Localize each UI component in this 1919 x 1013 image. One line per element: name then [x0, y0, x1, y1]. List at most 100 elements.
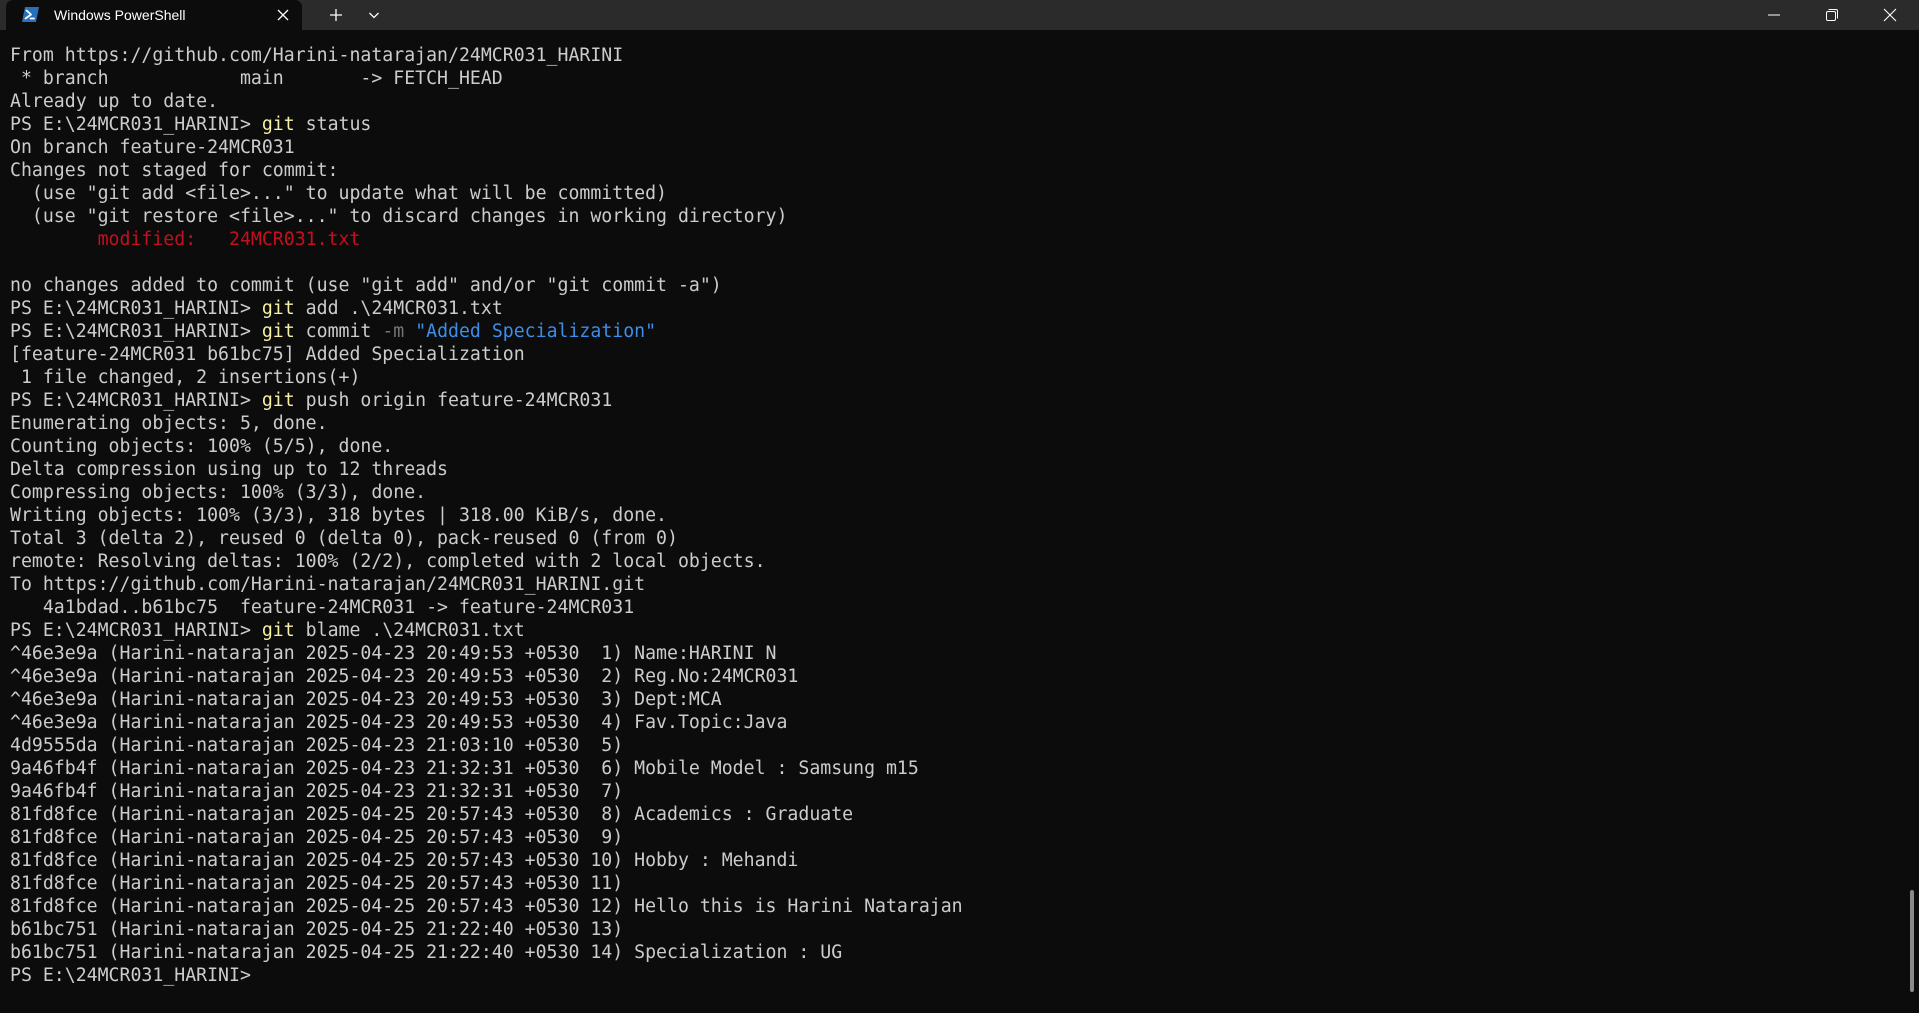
command-text: git	[261, 390, 295, 411]
terminal-line: 9a46fb4f (Harini-natarajan 2025-04-23 21…	[10, 780, 1900, 803]
command-text: git	[261, 321, 295, 342]
output-text: Enumerating objects: 5, done.	[10, 413, 328, 434]
minimize-icon	[1768, 14, 1780, 16]
output-text: On branch feature-24MCR031	[10, 137, 295, 158]
terminal-line: 1 file changed, 2 insertions(+)	[10, 366, 1900, 389]
output-text: Total 3 (delta 2), reused 0 (delta 0), p…	[10, 528, 678, 549]
chevron-down-icon[interactable]	[363, 5, 385, 25]
output-text: [feature-24MCR031 b61bc75] Added Special…	[10, 344, 525, 365]
output-text: ^46e3e9a (Harini-natarajan 2025-04-23 20…	[10, 643, 777, 664]
output-text: b61bc751 (Harini-natarajan 2025-04-25 21…	[10, 942, 843, 963]
output-text: push origin feature-24MCR031	[294, 390, 613, 411]
output-text: * branch main -> FETCH_HEAD	[10, 68, 503, 89]
terminal-line: b61bc751 (Harini-natarajan 2025-04-25 21…	[10, 918, 1900, 941]
terminal-line: PS E:\24MCR031_HARINI> git add .\24MCR03…	[10, 297, 1900, 320]
command-text: git	[261, 620, 295, 641]
output-text: 9a46fb4f (Harini-natarajan 2025-04-23 21…	[10, 781, 624, 802]
terminal-line: remote: Resolving deltas: 100% (2/2), co…	[10, 550, 1900, 573]
output-text: status	[294, 114, 372, 135]
terminal-line: no changes added to commit (use "git add…	[10, 274, 1900, 297]
output-text: 81fd8fce (Harini-natarajan 2025-04-25 20…	[10, 827, 624, 848]
output-text: PS E:\24MCR031_HARINI>	[10, 321, 262, 342]
output-text: 9a46fb4f (Harini-natarajan 2025-04-23 21…	[10, 758, 919, 779]
powershell-icon	[21, 6, 40, 23]
output-text: ^46e3e9a (Harini-natarajan 2025-04-23 20…	[10, 712, 788, 733]
terminal-line: (use "git restore <file>..." to discard …	[10, 205, 1900, 228]
terminal-line: 4d9555da (Harini-natarajan 2025-04-23 21…	[10, 734, 1900, 757]
terminal-output[interactable]: From https://github.com/Harini-natarajan…	[10, 44, 1900, 987]
terminal-window: Windows PowerShell From https://github.c…	[0, 0, 1919, 1013]
output-text: add .\24MCR031.txt	[294, 298, 503, 319]
terminal-line: ^46e3e9a (Harini-natarajan 2025-04-23 20…	[10, 642, 1900, 665]
output-text: ^46e3e9a (Harini-natarajan 2025-04-23 20…	[10, 666, 799, 687]
command-text: git	[261, 298, 295, 319]
parameter-text: -m	[382, 321, 405, 342]
output-text: remote: Resolving deltas: 100% (2/2), co…	[10, 551, 766, 572]
terminal-line: To https://github.com/Harini-natarajan/2…	[10, 573, 1900, 596]
output-text: PS E:\24MCR031_HARINI>	[10, 114, 262, 135]
close-window-button[interactable]	[1861, 0, 1919, 30]
new-tab-button[interactable]	[325, 5, 347, 25]
output-text: To https://github.com/Harini-natarajan/2…	[10, 574, 646, 595]
terminal-line: (use "git add <file>..." to update what …	[10, 182, 1900, 205]
output-text: Already up to date.	[10, 91, 219, 112]
terminal-line: Counting objects: 100% (5/5), done.	[10, 435, 1900, 458]
restore-icon	[1826, 9, 1838, 21]
output-text: Compressing objects: 100% (3/3), done.	[10, 482, 427, 503]
restore-button[interactable]	[1803, 0, 1861, 30]
terminal-line: 4a1bdad..b61bc75 feature-24MCR031 -> fea…	[10, 596, 1900, 619]
tab-title: Windows PowerShell	[54, 7, 186, 23]
terminal-line: * branch main -> FETCH_HEAD	[10, 67, 1900, 90]
terminal-line: PS E:\24MCR031_HARINI> git commit -m "Ad…	[10, 320, 1900, 343]
terminal-line: Changes not staged for commit:	[10, 159, 1900, 182]
output-text: 4d9555da (Harini-natarajan 2025-04-23 21…	[10, 735, 624, 756]
output-text: 1 file changed, 2 insertions(+)	[10, 367, 361, 388]
output-text: PS E:\24MCR031_HARINI>	[10, 620, 262, 641]
close-icon	[1883, 8, 1897, 22]
output-text: no changes added to commit (use "git add…	[10, 275, 722, 296]
output-text: 4a1bdad..b61bc75 feature-24MCR031 -> fea…	[10, 597, 635, 618]
output-text: From https://github.com/Harini-natarajan…	[10, 45, 624, 66]
minimize-button[interactable]	[1745, 0, 1803, 30]
terminal-line: ^46e3e9a (Harini-natarajan 2025-04-23 20…	[10, 688, 1900, 711]
output-text: PS E:\24MCR031_HARINI>	[10, 965, 262, 986]
terminal-line: 81fd8fce (Harini-natarajan 2025-04-25 20…	[10, 895, 1900, 918]
terminal-line: PS E:\24MCR031_HARINI>	[10, 964, 1900, 987]
output-text: (use "git add <file>..." to update what …	[10, 183, 667, 204]
output-text: Counting objects: 100% (5/5), done.	[10, 436, 394, 457]
terminal-line: ^46e3e9a (Harini-natarajan 2025-04-23 20…	[10, 711, 1900, 734]
output-text: 81fd8fce (Harini-natarajan 2025-04-25 20…	[10, 804, 854, 825]
output-text: PS E:\24MCR031_HARINI>	[10, 298, 262, 319]
output-text: 81fd8fce (Harini-natarajan 2025-04-25 20…	[10, 850, 799, 871]
string-text: "Added Specialization"	[415, 321, 657, 342]
output-text: Delta compression using up to 12 threads	[10, 459, 448, 480]
scrollbar-thumb[interactable]	[1910, 890, 1914, 992]
terminal-line: Delta compression using up to 12 threads	[10, 458, 1900, 481]
terminal-line: From https://github.com/Harini-natarajan…	[10, 44, 1900, 67]
terminal-line: PS E:\24MCR031_HARINI> git blame .\24MCR…	[10, 619, 1900, 642]
terminal-line: [feature-24MCR031 b61bc75] Added Special…	[10, 343, 1900, 366]
terminal-line: 81fd8fce (Harini-natarajan 2025-04-25 20…	[10, 826, 1900, 849]
terminal-line: PS E:\24MCR031_HARINI> git status	[10, 113, 1900, 136]
output-text: (use "git restore <file>..." to discard …	[10, 206, 788, 227]
terminal-line: Total 3 (delta 2), reused 0 (delta 0), p…	[10, 527, 1900, 550]
terminal-line: modified: 24MCR031.txt	[10, 228, 1900, 251]
command-text: git	[261, 114, 295, 135]
output-text: blame .\24MCR031.txt	[294, 620, 525, 641]
output-text: b61bc751 (Harini-natarajan 2025-04-25 21…	[10, 919, 624, 940]
terminal-line: 81fd8fce (Harini-natarajan 2025-04-25 20…	[10, 872, 1900, 895]
terminal-line: On branch feature-24MCR031	[10, 136, 1900, 159]
output-text: PS E:\24MCR031_HARINI>	[10, 390, 262, 411]
terminal-line: Enumerating objects: 5, done.	[10, 412, 1900, 435]
output-text: ^46e3e9a (Harini-natarajan 2025-04-23 20…	[10, 689, 722, 710]
terminal-line: Already up to date.	[10, 90, 1900, 113]
tab-windows-powershell[interactable]: Windows PowerShell	[6, 0, 302, 30]
terminal-line: 81fd8fce (Harini-natarajan 2025-04-25 20…	[10, 849, 1900, 872]
terminal-line: PS E:\24MCR031_HARINI> git push origin f…	[10, 389, 1900, 412]
close-tab-icon[interactable]	[274, 6, 292, 24]
modified-file-text: modified: 24MCR031.txt	[10, 229, 361, 250]
output-text: commit	[294, 321, 383, 342]
output-text: Changes not staged for commit:	[10, 160, 339, 181]
